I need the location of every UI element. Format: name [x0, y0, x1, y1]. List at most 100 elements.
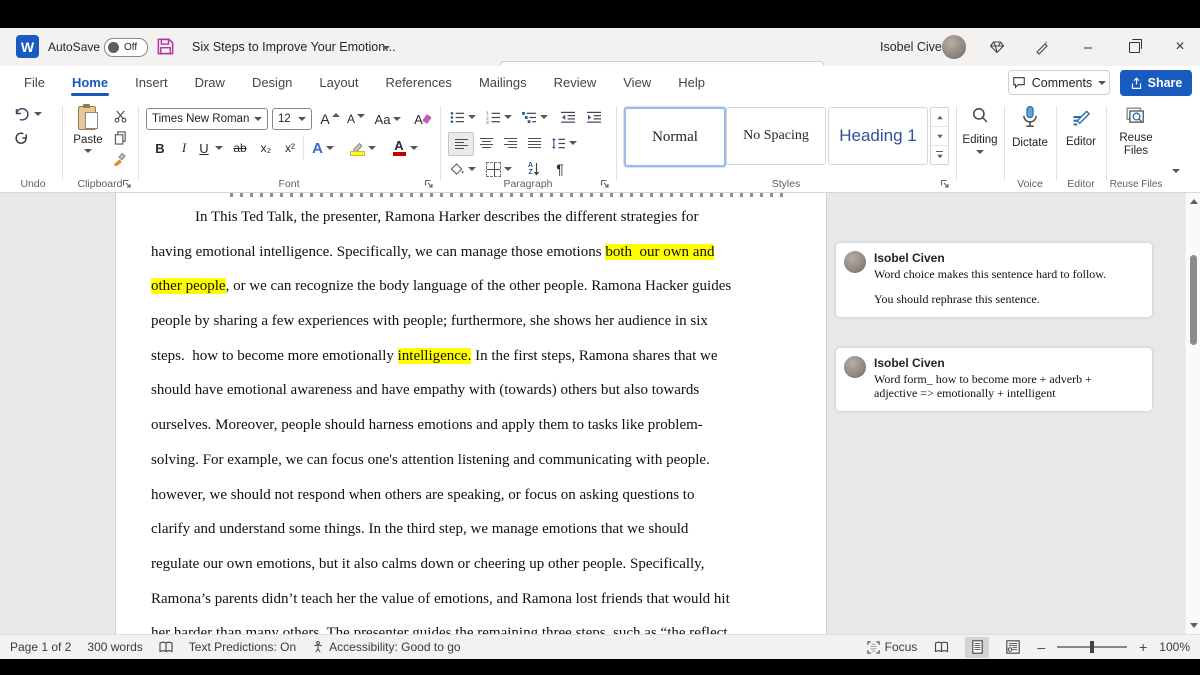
grow-font-button[interactable]: A: [318, 108, 342, 130]
page-number-status[interactable]: Page 1 of 2: [10, 640, 71, 654]
styles-gallery-more[interactable]: [931, 146, 948, 164]
numbering-button[interactable]: 1 2 3: [484, 106, 514, 128]
tab-view[interactable]: View: [613, 68, 661, 97]
undo-button[interactable]: [14, 107, 42, 121]
scrollbar-down-arrow[interactable]: [1190, 623, 1198, 628]
justify-button[interactable]: [522, 132, 546, 154]
copy-button[interactable]: [108, 127, 132, 149]
multilevel-list-button[interactable]: [520, 106, 550, 128]
doc-line[interactable]: steps. how to become more emotionally in…: [151, 339, 737, 374]
doc-line[interactable]: other people, or we can recognize the bo…: [151, 269, 737, 304]
clipboard-dialog-launcher[interactable]: [122, 179, 132, 189]
font-color-button[interactable]: A: [388, 137, 422, 159]
style-no-spacing[interactable]: No Spacing: [726, 107, 826, 165]
font-dialog-launcher[interactable]: [424, 179, 434, 189]
increase-indent-button[interactable]: [582, 106, 606, 128]
web-layout-button[interactable]: [1001, 637, 1025, 658]
tab-mailings[interactable]: Mailings: [469, 68, 537, 97]
italic-button[interactable]: I: [172, 137, 196, 159]
subscript-button[interactable]: x₂: [254, 137, 278, 159]
redo-button[interactable]: [14, 131, 29, 146]
tab-references[interactable]: References: [375, 68, 461, 97]
cut-button[interactable]: [108, 105, 132, 127]
title-dropdown-icon[interactable]: [382, 46, 390, 50]
collapse-ribbon-button[interactable]: [1172, 169, 1180, 173]
styles-scroll-up[interactable]: [931, 108, 948, 127]
tab-insert[interactable]: Insert: [125, 68, 178, 97]
font-size-combo[interactable]: 12: [272, 108, 312, 130]
change-case-button[interactable]: Aa: [372, 108, 404, 130]
comment-card[interactable]: Isobel CivenWord form_ how to become mor…: [836, 348, 1152, 411]
doc-line[interactable]: should have emotional awareness and have…: [151, 373, 737, 408]
focus-mode-button[interactable]: Focus: [867, 640, 918, 654]
doc-line[interactable]: regulate our own emotions, but it also c…: [151, 547, 737, 582]
style-heading1[interactable]: Heading 1: [828, 107, 928, 165]
align-center-button[interactable]: [474, 132, 498, 154]
tab-help[interactable]: Help: [668, 68, 715, 97]
tab-review[interactable]: Review: [544, 68, 607, 97]
vertical-scrollbar[interactable]: [1185, 193, 1200, 634]
restore-button[interactable]: [1121, 34, 1147, 60]
bold-button[interactable]: B: [148, 137, 172, 159]
dictate-button[interactable]: Dictate: [1006, 106, 1054, 149]
align-right-button[interactable]: [498, 132, 522, 154]
tab-draw[interactable]: Draw: [185, 68, 235, 97]
editor-button[interactable]: Editor: [1058, 107, 1104, 148]
doc-line[interactable]: In This Ted Talk, the presenter, Ramona …: [151, 200, 737, 235]
autosave-toggle[interactable]: Off: [104, 38, 148, 57]
clear-formatting-button[interactable]: A: [410, 108, 434, 130]
tab-layout[interactable]: Layout: [309, 68, 368, 97]
scrollbar-thumb[interactable]: [1190, 255, 1197, 345]
tab-home[interactable]: Home: [62, 68, 118, 97]
proofing-status[interactable]: [159, 641, 173, 653]
paste-button[interactable]: Paste: [68, 105, 108, 169]
share-button[interactable]: Share: [1120, 70, 1192, 96]
comments-button[interactable]: Comments: [1008, 70, 1110, 95]
document-text[interactable]: In This Ted Talk, the presenter, Ramona …: [151, 200, 737, 651]
superscript-button[interactable]: x²: [278, 137, 302, 159]
doc-line[interactable]: solving. For example, we can focus one's…: [151, 443, 737, 478]
accessibility-status[interactable]: Accessibility: Good to go: [312, 640, 460, 654]
doc-line[interactable]: however, we should not respond when othe…: [151, 478, 737, 513]
gem-icon[interactable]: [984, 34, 1010, 60]
show-hide-marks-button[interactable]: ¶: [548, 158, 572, 180]
borders-button[interactable]: [484, 158, 514, 180]
shrink-font-button[interactable]: A: [344, 108, 368, 130]
doc-line[interactable]: Ramona’s parents didn’t teach her the va…: [151, 582, 737, 617]
line-spacing-button[interactable]: [548, 132, 580, 154]
doc-line[interactable]: clarify and understand some things. In t…: [151, 512, 737, 547]
paragraph-dialog-launcher[interactable]: [600, 179, 610, 189]
document-title[interactable]: Six Steps to Improve Your Emotion...: [192, 40, 396, 54]
doc-line[interactable]: people by sharing a few experiences with…: [151, 304, 737, 339]
comment-card[interactable]: Isobel CivenWord choice makes this sente…: [836, 243, 1152, 317]
text-effects-button[interactable]: A: [308, 137, 338, 159]
editing-button[interactable]: Editing: [958, 107, 1002, 154]
close-button[interactable]: ×: [1167, 34, 1193, 60]
align-left-button[interactable]: [448, 132, 474, 156]
doc-line[interactable]: ourselves. Moreover, people should harne…: [151, 408, 737, 443]
bullets-button[interactable]: [448, 106, 478, 128]
save-button[interactable]: [156, 37, 175, 61]
shading-button[interactable]: [448, 158, 478, 180]
zoom-slider[interactable]: [1057, 646, 1127, 648]
doc-line[interactable]: having emotional intelligence. Specifica…: [151, 235, 737, 270]
highlight-color-button[interactable]: [346, 137, 380, 159]
scrollbar-up-arrow[interactable]: [1190, 199, 1198, 204]
text-predictions-status[interactable]: Text Predictions: On: [189, 640, 296, 654]
tab-file[interactable]: File: [14, 68, 55, 97]
user-avatar[interactable]: [942, 35, 966, 59]
read-mode-button[interactable]: [929, 637, 953, 658]
zoom-slider-thumb[interactable]: [1090, 641, 1094, 653]
zoom-level[interactable]: 100%: [1159, 640, 1190, 654]
minimize-button[interactable]: –: [1075, 34, 1101, 60]
word-logo-icon[interactable]: W: [16, 35, 39, 58]
format-painter-button[interactable]: [108, 149, 132, 171]
styles-dialog-launcher[interactable]: [940, 179, 950, 189]
word-count-status[interactable]: 300 words: [87, 640, 142, 654]
reuse-files-button[interactable]: Reuse Files: [1108, 107, 1164, 158]
underline-button[interactable]: U: [194, 137, 214, 159]
decrease-indent-button[interactable]: [556, 106, 580, 128]
sort-button[interactable]: AZ: [522, 158, 546, 180]
zoom-out-button[interactable]: –: [1037, 639, 1045, 655]
zoom-in-button[interactable]: +: [1139, 639, 1147, 655]
